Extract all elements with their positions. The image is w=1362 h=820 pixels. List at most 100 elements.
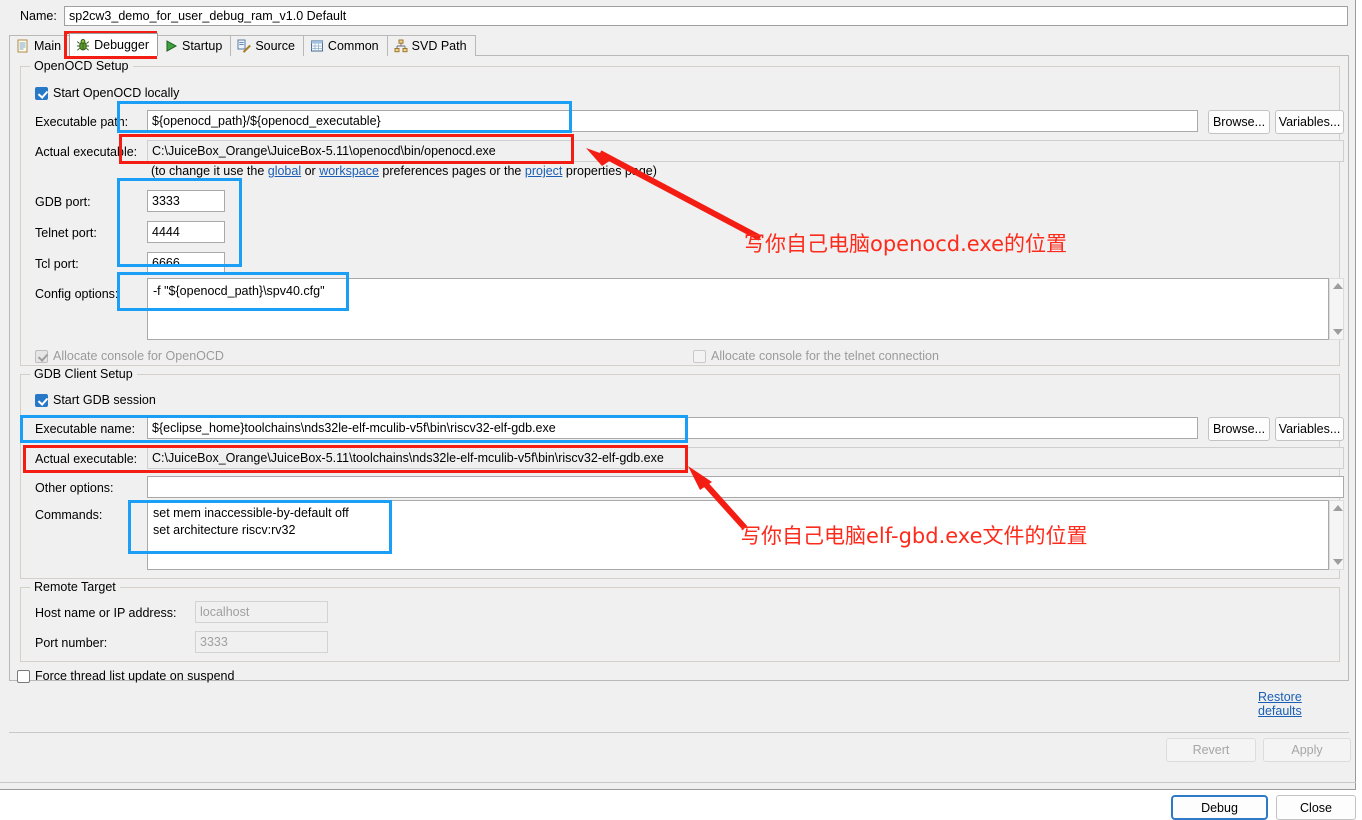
tab-main[interactable]: Main: [9, 35, 70, 56]
executable-path-label: Executable path:: [35, 115, 128, 129]
tab-startup[interactable]: Startup: [157, 35, 231, 56]
debug-label: Debug: [1201, 801, 1238, 815]
gdb-port-label: GDB port:: [35, 195, 91, 209]
checkbox-box: [693, 350, 706, 363]
scroll-down-icon[interactable]: [1333, 559, 1343, 565]
remote-target-title: Remote Target: [30, 580, 120, 594]
telnet-port-input[interactable]: [147, 221, 225, 243]
gdb-variables-label: Variables...: [1279, 422, 1341, 436]
tab-svd-path[interactable]: SVD Path: [387, 35, 476, 56]
close-label: Close: [1300, 801, 1332, 815]
start-gdb-session-label: Start GDB session: [53, 393, 156, 407]
tab-common[interactable]: Common: [303, 35, 388, 56]
configuration-name-label: Name:: [20, 9, 57, 23]
apply-label: Apply: [1291, 743, 1322, 757]
revert-button: Revert: [1166, 738, 1256, 762]
bug-icon: [76, 38, 90, 52]
telnet-port-label: Telnet port:: [35, 226, 97, 240]
gdb-client-setup-title: GDB Client Setup: [30, 367, 137, 381]
gdb-commands-textarea[interactable]: set mem inaccessible-by-default off set …: [147, 500, 1329, 570]
workspace-preferences-link[interactable]: workspace: [319, 164, 379, 178]
tcl-port-input[interactable]: [147, 252, 225, 274]
openocd-variables-label: Variables...: [1279, 115, 1341, 129]
tab-debugger[interactable]: Debugger: [69, 33, 158, 56]
allocate-console-openocd-checkbox: Allocate console for OpenOCD: [35, 349, 224, 363]
play-icon: [164, 39, 178, 53]
checkbox-box: [17, 670, 30, 683]
hint-prefix: (to change it use the: [151, 164, 268, 178]
source-edit-icon: [237, 39, 251, 53]
other-options-label: Other options:: [35, 481, 114, 495]
footer-divider: [9, 732, 1349, 733]
checkbox-box: [35, 87, 48, 100]
tcl-port-label: Tcl port:: [35, 257, 79, 271]
restore-defaults-link[interactable]: Restore defaults: [1258, 690, 1348, 718]
hint-suffix: properties page): [562, 164, 657, 178]
tab-bar: Main Debugger: [9, 33, 1349, 56]
scroll-up-icon[interactable]: [1333, 505, 1343, 511]
openocd-actual-executable-input: [147, 140, 1344, 162]
tab-debugger-label: Debugger: [94, 38, 149, 52]
configuration-name-row: Name:: [8, 6, 1348, 28]
gdb-actual-executable-input: [147, 447, 1344, 469]
openocd-setup-group: OpenOCD Setup Start OpenOCD locally Exec…: [20, 66, 1340, 366]
tab-source[interactable]: Source: [230, 35, 304, 56]
hint-mid2: preferences pages or the: [379, 164, 525, 178]
openocd-config-options-textarea[interactable]: -f "${openocd_path}\spv40.cfg": [147, 278, 1329, 340]
configuration-name-input[interactable]: [64, 6, 1348, 26]
debugger-tab-panel: OpenOCD Setup Start OpenOCD locally Exec…: [9, 56, 1349, 681]
remote-target-group: Remote Target Host name or IP address: P…: [20, 587, 1340, 662]
openocd-setup-title: OpenOCD Setup: [30, 59, 133, 73]
gdb-executable-name-input[interactable]: [147, 417, 1198, 439]
hierarchy-icon: [394, 39, 408, 53]
gdb-browse-label: Browse...: [1213, 422, 1265, 436]
commands-scrollbar[interactable]: [1329, 500, 1344, 570]
tab-common-label: Common: [328, 39, 379, 53]
openocd-executable-path-input[interactable]: [147, 110, 1198, 132]
host-name-label: Host name or IP address:: [35, 606, 177, 620]
table-icon: [310, 39, 324, 53]
start-openocd-locally-checkbox[interactable]: Start OpenOCD locally: [35, 86, 179, 100]
openocd-browse-button[interactable]: Browse...: [1208, 110, 1270, 134]
global-preferences-link[interactable]: global: [268, 164, 301, 178]
force-thread-list-update-label: Force thread list update on suspend: [35, 669, 234, 683]
bottom-divider: [0, 782, 1356, 783]
scroll-down-icon[interactable]: [1333, 329, 1343, 335]
gdb-variables-button[interactable]: Variables...: [1275, 417, 1344, 441]
commands-label: Commands:: [35, 508, 102, 522]
hint-mid1: or: [301, 164, 319, 178]
checkbox-box: [35, 394, 48, 407]
debug-button[interactable]: Debug: [1171, 795, 1268, 820]
gdb-browse-button[interactable]: Browse...: [1208, 417, 1270, 441]
document-icon: [16, 39, 30, 53]
openocd-preferences-hint: (to change it use the global or workspac…: [151, 164, 657, 178]
port-number-label: Port number:: [35, 636, 107, 650]
host-name-input: [195, 601, 328, 623]
revert-label: Revert: [1193, 743, 1230, 757]
allocate-console-telnet-label: Allocate console for the telnet connecti…: [711, 349, 939, 363]
allocate-console-telnet-checkbox: Allocate console for the telnet connecti…: [693, 349, 939, 363]
openocd-variables-button[interactable]: Variables...: [1275, 110, 1344, 134]
annotation-text-gdb: 写你自己电脑elf-gbd.exe文件的位置: [740, 520, 1088, 550]
start-openocd-locally-label: Start OpenOCD locally: [53, 86, 179, 100]
checkbox-box: [35, 350, 48, 363]
config-options-scrollbar[interactable]: [1329, 278, 1344, 340]
config-options-label: Config options:: [35, 287, 118, 301]
gdb-client-setup-group: GDB Client Setup Start GDB session Execu…: [20, 374, 1340, 579]
close-button[interactable]: Close: [1276, 795, 1356, 820]
start-gdb-session-checkbox[interactable]: Start GDB session: [35, 393, 156, 407]
scroll-up-icon[interactable]: [1333, 283, 1343, 289]
tab-main-label: Main: [34, 39, 61, 53]
gdb-port-input[interactable]: [147, 190, 225, 212]
annotation-text-openocd: 写你自己电脑openocd.exe的位置: [744, 228, 1067, 258]
tab-startup-label: Startup: [182, 39, 222, 53]
port-number-input: [195, 631, 328, 653]
openocd-actual-executable-label: Actual executable:: [35, 145, 137, 159]
force-thread-list-update-checkbox[interactable]: Force thread list update on suspend: [17, 669, 234, 683]
project-properties-link[interactable]: project: [525, 164, 563, 178]
gdb-actual-executable-label: Actual executable:: [35, 452, 137, 466]
apply-button: Apply: [1263, 738, 1351, 762]
gdb-executable-name-label: Executable name:: [35, 422, 135, 436]
openocd-browse-label: Browse...: [1213, 115, 1265, 129]
other-options-input[interactable]: [147, 476, 1344, 498]
